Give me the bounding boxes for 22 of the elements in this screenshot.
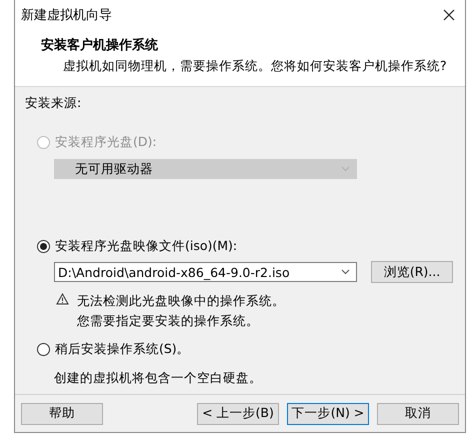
warning-text: 无法检测此光盘映像中的操作系统。 [77, 293, 285, 310]
nav-button[interactable]: < 上一步(B) [197, 402, 279, 424]
help-button[interactable]: 帮助 [21, 402, 103, 424]
radio-button[interactable] [37, 343, 50, 356]
nav-button[interactable]: 取消 [377, 402, 459, 424]
header-subtitle: 虚拟机如同物理机，需要操作系统。您将如何安装客户机操作系统? [62, 58, 448, 75]
option-label: 安装程序光盘映像文件(iso)(M): [55, 238, 238, 255]
chevron-icon [341, 269, 350, 275]
header-title: 安装客户机操作系统 [41, 36, 159, 54]
radio-button[interactable] [37, 240, 50, 253]
nav-button[interactable]: 下一步(N) > [287, 402, 369, 424]
close-icon[interactable] [443, 9, 455, 21]
iso-path-field[interactable]: D:\Android\android-x86_64-9.0-r2.iso [54, 262, 357, 282]
browse-button[interactable]: 浏览(R)... [371, 261, 453, 283]
option-label: 安装程序光盘(D): [55, 134, 157, 151]
chevron-icon [341, 166, 350, 172]
option-label: 稍后安装操作系统(S)。 [55, 341, 190, 358]
note-text: 创建的虚拟机将包含一个空白硬盘。 [54, 370, 262, 385]
warning-icon [56, 293, 69, 305]
source-label: 安装来源: [25, 95, 82, 112]
warning-text: 您需要指定要安装的操作系统。 [77, 313, 260, 330]
window-title: 新建虚拟机向导 [21, 7, 112, 24]
